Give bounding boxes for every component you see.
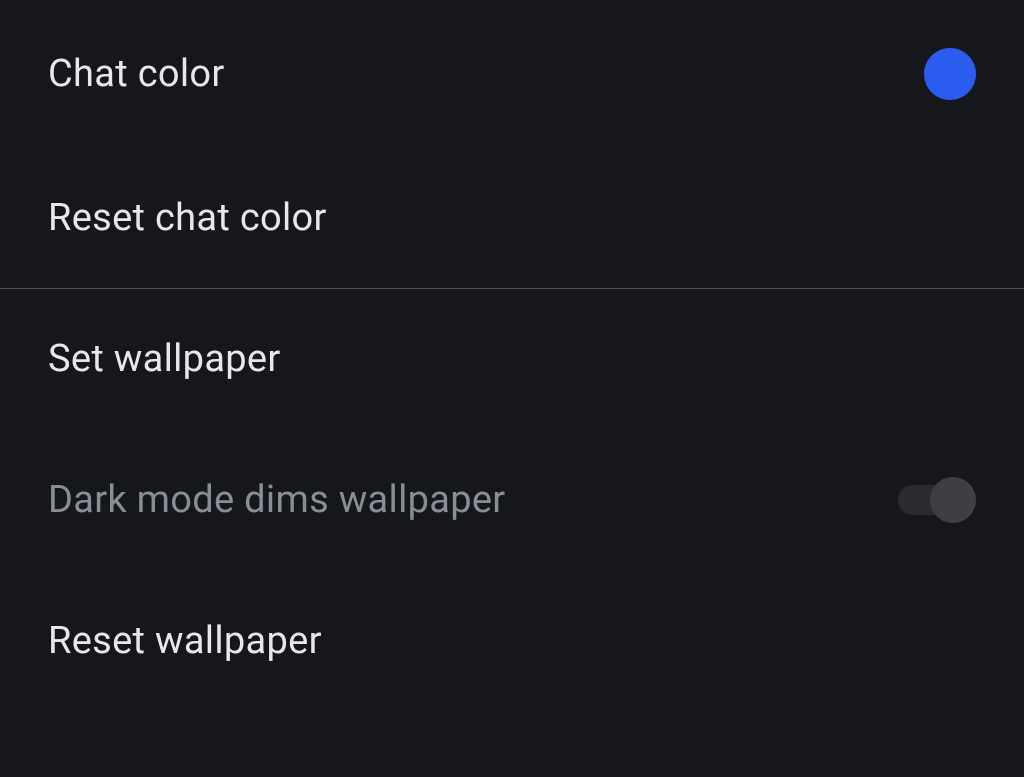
reset-chat-color-label: Reset chat color	[48, 196, 327, 240]
dark-mode-dims-item: Dark mode dims wallpaper	[0, 429, 1024, 571]
chat-color-label: Chat color	[48, 52, 225, 96]
toggle-thumb	[930, 477, 976, 523]
reset-wallpaper-label: Reset wallpaper	[48, 619, 322, 663]
reset-wallpaper-item[interactable]: Reset wallpaper	[0, 571, 1024, 723]
dark-mode-dims-toggle[interactable]	[898, 477, 976, 523]
chat-color-item[interactable]: Chat color	[0, 0, 1024, 148]
dark-mode-dims-label: Dark mode dims wallpaper	[48, 478, 506, 522]
chat-color-swatch-icon	[924, 48, 976, 100]
settings-list: Chat color Reset chat color Set wallpape…	[0, 0, 1024, 777]
set-wallpaper-label: Set wallpaper	[48, 337, 281, 381]
set-wallpaper-item[interactable]: Set wallpaper	[0, 289, 1024, 429]
reset-chat-color-item[interactable]: Reset chat color	[0, 148, 1024, 288]
